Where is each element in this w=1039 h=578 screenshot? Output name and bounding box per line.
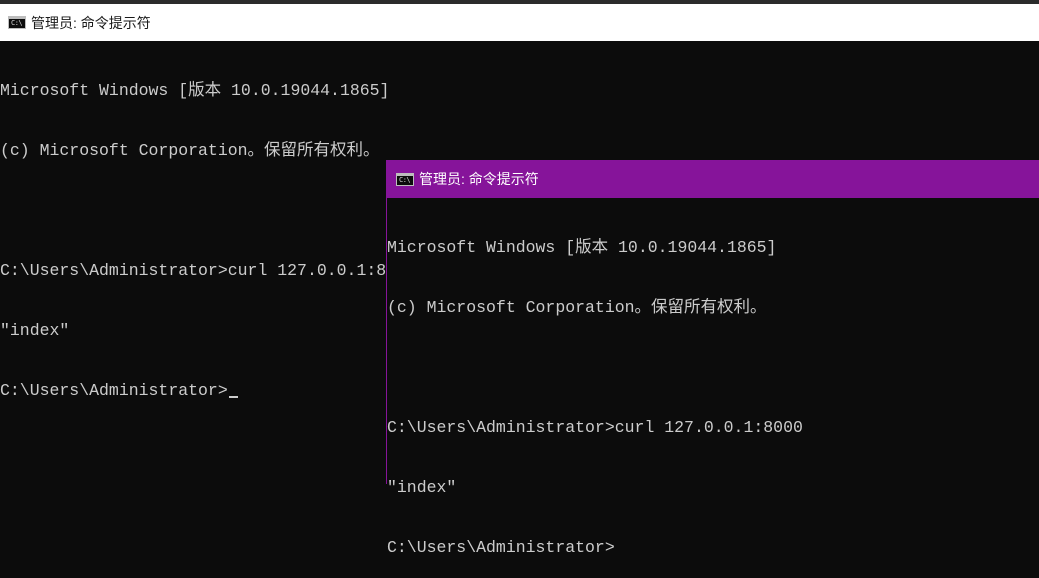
console-prompt: C:\Users\Administrator> — [0, 381, 228, 400]
console-line: "index" — [387, 478, 457, 497]
back-window-titlebar[interactable]: C:\ 管理员: 命令提示符 — [0, 4, 1039, 41]
console-line: C:\Users\Administrator>curl 127.0.0.1:80… — [387, 418, 803, 437]
front-window-console[interactable]: Microsoft Windows [版本 10.0.19044.1865] (… — [387, 198, 1039, 557]
console-line: Microsoft Windows [版本 10.0.19044.1865] — [0, 81, 390, 100]
console-line: Microsoft Windows [版本 10.0.19044.1865] — [387, 238, 777, 257]
console-line: (c) Microsoft Corporation。保留所有权利。 — [0, 141, 380, 160]
back-window-title: 管理员: 命令提示符 — [31, 14, 151, 31]
front-window-title: 管理员: 命令提示符 — [419, 171, 539, 187]
console-prompt: C:\Users\Administrator> — [387, 538, 615, 557]
console-line: (c) Microsoft Corporation。保留所有权利。 — [387, 298, 767, 317]
text-cursor — [228, 396, 238, 398]
front-window-titlebar[interactable]: C:\ 管理员: 命令提示符 — [387, 160, 1039, 198]
cmd-icon: C:\ — [396, 172, 414, 186]
cmd-icon: C:\ — [8, 16, 26, 29]
